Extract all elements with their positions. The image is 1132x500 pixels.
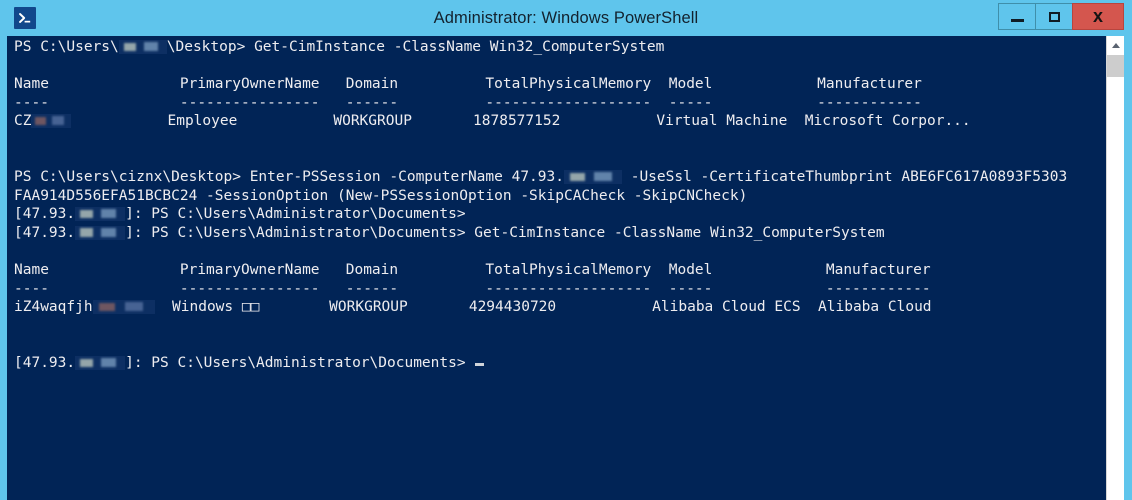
- console-line: [14, 150, 1067, 169]
- redacted-text-block: [75, 356, 125, 370]
- console-text-run: iZ4waqfjh: [14, 299, 93, 315]
- console-text-run: ]: PS C:\Users\Administrator\Documents>: [125, 206, 465, 222]
- console-text-run: [47.93.: [14, 206, 75, 222]
- console-line: [14, 336, 1067, 355]
- console-text-run: PS C:\Users\ciznx\Desktop> Enter-PSSessi…: [14, 169, 564, 185]
- console-text-run: ]: PS C:\Users\Administrator\Documents> …: [125, 225, 885, 241]
- redacted-text-block: [75, 207, 125, 221]
- console-text-run: PS C:\Users\: [14, 39, 119, 55]
- close-icon: x: [1093, 7, 1103, 25]
- maximize-button[interactable]: [1035, 3, 1073, 30]
- powershell-window: Administrator: Windows PowerShell x PS C…: [0, 0, 1132, 500]
- console-text-run: ---- ---------------- ------ -----------…: [14, 281, 931, 297]
- window-controls: x: [999, 3, 1124, 30]
- console-line: iZ4waqfjh Windows □□ WORKGROUP 429443072…: [14, 298, 1067, 317]
- chevron-up-icon: [1112, 43, 1120, 48]
- scrollbar-thumb[interactable]: [1107, 55, 1124, 77]
- console-line: Name PrimaryOwnerName Domain TotalPhysic…: [14, 261, 1067, 280]
- console-text-run: Name PrimaryOwnerName Domain TotalPhysic…: [14, 262, 931, 278]
- console-text-run: ---- ---------------- ------ -----------…: [14, 95, 922, 111]
- console-line: ---- ---------------- ------ -----------…: [14, 280, 1067, 299]
- maximize-icon: [1049, 12, 1060, 22]
- console-scrollbar[interactable]: [1106, 36, 1124, 500]
- console-line: [14, 243, 1067, 262]
- console-text-run: CZ: [14, 113, 31, 129]
- console-line: ---- ---------------- ------ -----------…: [14, 94, 1067, 113]
- console-text-run: \Desktop> Get-CimInstance -ClassName Win…: [167, 39, 665, 55]
- redacted-text-block: [75, 226, 125, 240]
- console-output-area[interactable]: PS C:\Users\ \Desktop> Get-CimInstance -C…: [7, 36, 1117, 500]
- console-text-run: Windows □□ WORKGROUP 4294430720 Alibaba …: [155, 299, 932, 315]
- console-line: [14, 131, 1067, 150]
- console-line: [47.93. ]: PS C:\Users\Administrator\Docu…: [14, 205, 1067, 224]
- console-line: [14, 317, 1067, 336]
- redacted-text-block: [119, 40, 167, 54]
- console-line: PS C:\Users\ciznx\Desktop> Enter-PSSessi…: [14, 168, 1067, 187]
- text-cursor: [475, 363, 484, 366]
- console-line: [47.93. ]: PS C:\Users\Administrator\Docu…: [14, 354, 1067, 373]
- close-button[interactable]: x: [1072, 3, 1124, 30]
- console-text-run: Name PrimaryOwnerName Domain TotalPhysic…: [14, 76, 922, 92]
- redacted-text-block: [31, 114, 71, 128]
- minimize-button[interactable]: [998, 3, 1036, 30]
- console-text-run: Employee WORKGROUP 1878577152 Virtual Ma…: [71, 113, 970, 129]
- console-line: CZ Employee WORKGROUP 1878577152 Virtual…: [14, 112, 1067, 131]
- console-line: [14, 57, 1067, 76]
- console-line: FAA914D556EFA51BCBC24 -SessionOption (Ne…: [14, 187, 1067, 206]
- redacted-text-block: [564, 170, 622, 184]
- console-text-run: [47.93.: [14, 225, 75, 241]
- scroll-up-button[interactable]: [1107, 36, 1124, 54]
- title-bar[interactable]: Administrator: Windows PowerShell x: [0, 0, 1132, 36]
- minimize-icon: [1011, 19, 1024, 22]
- console-line: [47.93. ]: PS C:\Users\Administrator\Docu…: [14, 224, 1067, 243]
- console-text-run: ]: PS C:\Users\Administrator\Documents>: [125, 355, 474, 371]
- console-frame: PS C:\Users\ \Desktop> Get-CimInstance -C…: [0, 36, 1132, 500]
- console-text: PS C:\Users\ \Desktop> Get-CimInstance -C…: [14, 38, 1067, 373]
- console-text-run: -UseSsl -CertificateThumbprint ABE6FC617…: [622, 169, 1067, 185]
- window-title: Administrator: Windows PowerShell: [0, 0, 1132, 36]
- console-line: Name PrimaryOwnerName Domain TotalPhysic…: [14, 75, 1067, 94]
- console-line: PS C:\Users\ \Desktop> Get-CimInstance -C…: [14, 38, 1067, 57]
- console-text-run: [47.93.: [14, 355, 75, 371]
- redacted-text-block: [93, 300, 155, 314]
- console-text-run: FAA914D556EFA51BCBC24 -SessionOption (Ne…: [14, 188, 747, 204]
